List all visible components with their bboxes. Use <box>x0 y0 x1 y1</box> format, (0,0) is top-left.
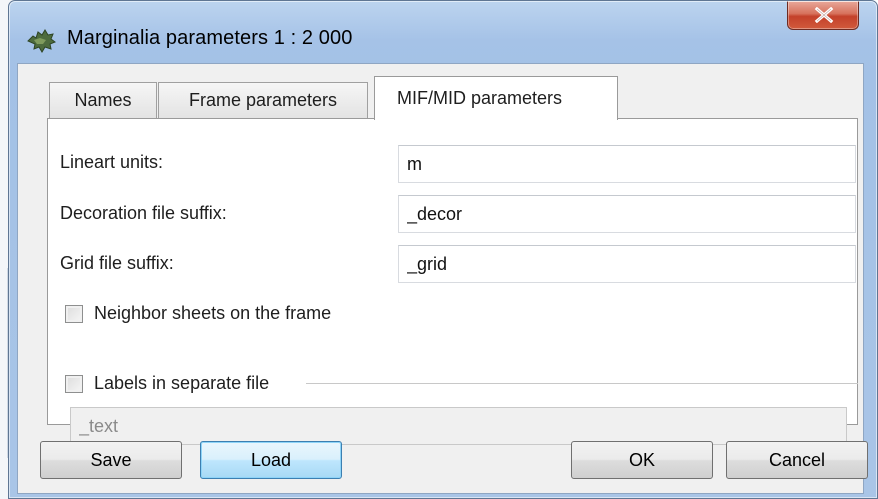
tab-frame-parameters-label: Frame parameters <box>188 90 338 110</box>
cancel-button-label: Cancel <box>768 449 826 470</box>
close-button[interactable] <box>787 1 859 30</box>
grid-suffix-label: Grid file suffix: <box>60 253 174 273</box>
tab-frame-parameters[interactable]: Frame parameters <box>158 82 368 118</box>
lineart-units-label: Lineart units: <box>60 152 164 172</box>
load-button-label: Load <box>250 449 292 470</box>
dialog-window: Marginalia parameters 1 : 2 000 Names Fr… <box>8 0 878 499</box>
cancel-button[interactable]: Cancel <box>726 441 868 479</box>
close-icon <box>814 7 834 23</box>
tab-names[interactable]: Names <box>49 82 157 118</box>
grid-suffix-input[interactable] <box>398 245 856 283</box>
ok-button-label: OK <box>628 449 655 470</box>
tab-panel-mif-mid: Lineart units: Decoration file suffix: G… <box>47 118 858 445</box>
labels-separate-checkbox[interactable] <box>65 375 83 393</box>
lineart-units-input[interactable] <box>398 145 856 183</box>
save-button-label: Save <box>90 449 132 470</box>
save-button[interactable]: Save <box>40 441 182 479</box>
map-leaf-icon <box>26 27 57 53</box>
labels-separate-label: Labels in separate file <box>94 373 270 393</box>
neighbor-sheets-label: Neighbor sheets on the frame <box>94 303 332 323</box>
load-button[interactable]: Load <box>200 441 342 479</box>
tab-mif-mid-parameters[interactable]: MIF/MID parameters <box>374 76 618 120</box>
tab-mif-mid-parameters-label: MIF/MID parameters <box>397 88 563 108</box>
labels-suffix-input[interactable] <box>70 407 847 445</box>
decoration-suffix-input[interactable] <box>398 195 856 233</box>
window-title: Marginalia parameters 1 : 2 000 <box>67 27 353 49</box>
decoration-suffix-label: Decoration file suffix: <box>60 203 227 223</box>
neighbor-sheets-checkbox[interactable] <box>65 305 83 323</box>
tab-names-label: Names <box>74 90 132 110</box>
group-divider <box>306 383 858 384</box>
ok-button[interactable]: OK <box>571 441 713 479</box>
dialog-client-area: Names Frame parameters MIF/MID parameter… <box>17 63 868 494</box>
